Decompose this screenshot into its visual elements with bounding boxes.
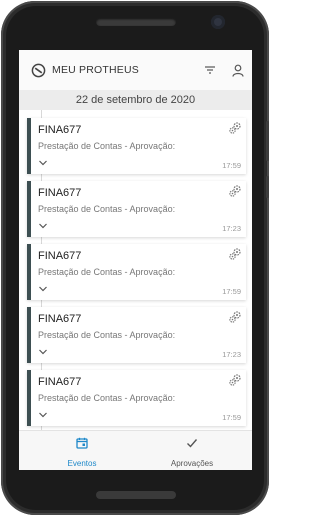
event-card[interactable]: FINA677 Prestação de Contas - Aprovação:… [27,244,246,300]
date-header: 22 de setembro de 2020 [19,90,252,110]
event-subtitle: Prestação de Contas - Aprovação: [38,393,176,403]
chevron-down-icon[interactable] [38,343,48,355]
tab-eventos[interactable]: Eventos [37,436,127,470]
event-title: FINA677 [38,124,82,136]
protheus-logo-icon [30,62,46,78]
event-title: FINA677 [38,187,82,199]
tab-eventos-label: Eventos [67,459,97,468]
gear-icon [228,121,242,135]
event-time: 17:59 [222,161,241,170]
event-title: FINA677 [38,250,82,262]
app-title: MEU PROTHEUS [52,64,139,76]
calendar-icon [37,436,127,450]
speaker-grille [96,18,176,26]
app-bar: MEU PROTHEUS [19,50,252,90]
filter-icon[interactable] [202,62,218,78]
card-status-bar [27,307,31,363]
event-card[interactable]: FINA677 Prestação de Contas - Aprovação:… [27,181,246,237]
event-list: FINA677 Prestação de Contas - Aprovação:… [19,110,252,430]
card-status-bar [27,181,31,237]
chevron-down-icon[interactable] [38,217,48,229]
phone-frame: MEU PROTHEUS 22 de setembro de 2020 FINA… [1,1,269,515]
event-title: FINA677 [38,313,82,325]
card-status-bar [27,118,31,174]
user-profile-icon[interactable] [230,62,246,78]
chevron-down-icon[interactable] [38,154,48,166]
front-camera [211,15,225,29]
app-screen: MEU PROTHEUS 22 de setembro de 2020 FINA… [19,50,252,470]
chevron-down-icon[interactable] [38,280,48,292]
gear-icon [228,373,242,387]
event-time: 17:59 [222,287,241,296]
card-status-bar [27,370,31,426]
event-card[interactable]: FINA677 Prestação de Contas - Aprovação:… [27,370,246,426]
event-card[interactable]: FINA677 Prestação de Contas - Aprovação:… [27,118,246,174]
event-subtitle: Prestação de Contas - Aprovação: [38,204,176,214]
event-time: 17:23 [222,350,241,359]
event-time: 17:59 [222,413,241,422]
power-button [266,176,269,198]
tab-aprovacoes[interactable]: Aprovações [147,436,237,470]
event-subtitle: Prestação de Contas - Aprovação: [38,267,176,277]
bottom-navigation: Eventos Aprovações [19,430,252,470]
event-subtitle: Prestação de Contas - Aprovação: [38,141,176,151]
tab-aprovacoes-label: Aprovações [170,459,214,468]
card-status-bar [27,244,31,300]
event-time: 17:23 [222,224,241,233]
gear-icon [228,247,242,261]
check-icon [147,436,237,450]
event-card[interactable]: FINA677 Prestação de Contas - Aprovação:… [27,307,246,363]
gear-icon [228,184,242,198]
chevron-down-icon[interactable] [38,406,48,418]
volume-button [266,121,269,161]
gear-icon [228,310,242,324]
bottom-speaker [96,491,176,499]
event-title: FINA677 [38,376,82,388]
event-subtitle: Prestação de Contas - Aprovação: [38,330,176,340]
